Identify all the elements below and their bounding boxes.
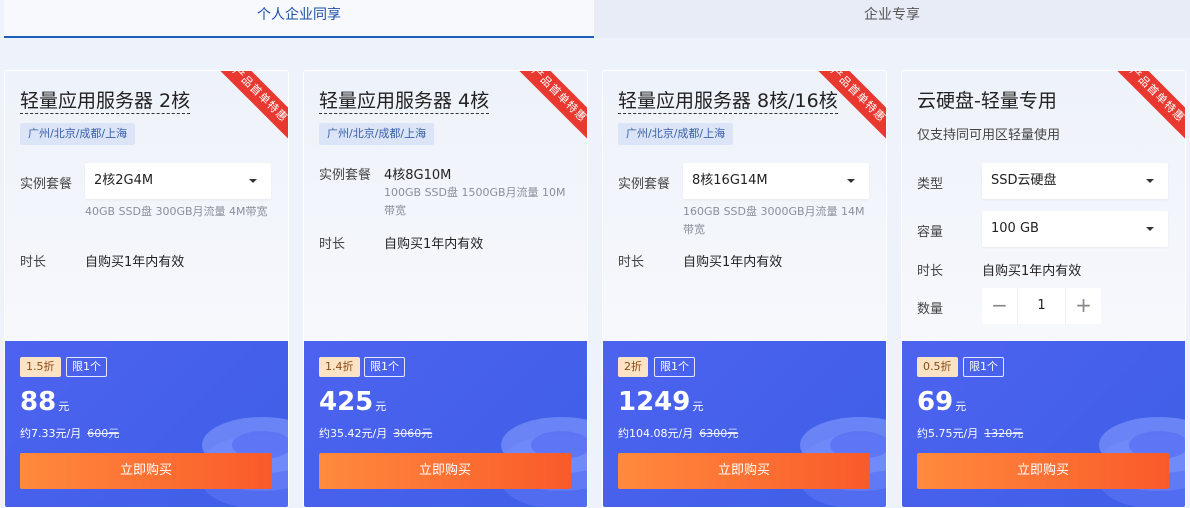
quantity-label: 数量	[917, 302, 944, 317]
discount-badge: 2折	[618, 357, 648, 377]
type-label: 类型	[917, 177, 944, 192]
chevron-down-icon	[1146, 179, 1154, 183]
duration-value: 自购买1年内有效	[384, 237, 484, 252]
price-panel: 1.5折 限1个 88 元 约7.33元/月 600元 立即购买	[5, 341, 288, 507]
first-order-ribbon: 产品首单特惠	[212, 71, 288, 143]
disk-stack-icon	[501, 417, 587, 507]
duration-label: 时长	[319, 237, 346, 252]
card-title[interactable]: 轻量应用服务器 2核	[20, 89, 191, 114]
price-panel: 0.5折 限1个 69 元 约5.75元/月 1320元 立即购买	[902, 341, 1185, 507]
plus-icon[interactable]: +	[1065, 288, 1101, 324]
tab-personal-enterprise[interactable]: 个人企业同享	[4, 0, 594, 38]
disk-stack-icon	[800, 417, 886, 507]
monthly-price: 约5.75元/月	[917, 427, 979, 440]
duration-label: 时长	[917, 264, 944, 279]
quantity-stepper: − 1 +	[982, 288, 1101, 324]
minus-icon[interactable]: −	[982, 288, 1018, 324]
discount-badge: 1.4折	[319, 357, 360, 377]
duration-value: 自购买1年内有效	[982, 264, 1082, 279]
price-unit: 元	[375, 400, 387, 413]
price-detail: 约35.42元/月 3060元	[319, 425, 432, 441]
spec-label: 实例套餐	[618, 177, 671, 192]
monthly-price: 约104.08元/月	[618, 427, 694, 440]
capacity-select[interactable]: 100 GB	[982, 211, 1168, 247]
price: 69 元	[917, 387, 966, 417]
buy-now-button[interactable]: 立即购买	[917, 453, 1169, 489]
card-title: 云硬盘-轻量专用	[917, 90, 1057, 112]
region-tag: 广州/北京/成都/上海	[319, 123, 435, 145]
first-order-ribbon: 产品首单特惠	[1109, 71, 1185, 143]
chevron-down-icon	[847, 179, 855, 183]
product-card-8-16core: 产品首单特惠 轻量应用服务器 8核/16核 广州/北京/成都/上海 实例套餐 8…	[602, 70, 887, 508]
limit-badge: 限1个	[66, 357, 107, 377]
card-title[interactable]: 轻量应用服务器 4核	[319, 89, 490, 114]
buy-now-button[interactable]: 立即购买	[319, 453, 571, 489]
tab-enterprise-only[interactable]: 企业专享	[594, 0, 1190, 38]
spec-label: 实例套餐	[20, 177, 73, 192]
price-panel: 2折 限1个 1249 元 约104.08元/月 6300元 立即购买	[603, 341, 886, 507]
type-select[interactable]: SSD云硬盘	[982, 163, 1168, 199]
disk-stack-icon	[1099, 417, 1185, 507]
spec-select[interactable]: 2核2G4M	[85, 163, 271, 199]
price-unit: 元	[692, 400, 704, 413]
price-value: 425	[319, 387, 374, 417]
price: 88 元	[20, 387, 69, 417]
spec-label: 实例套餐	[319, 168, 372, 183]
price-value: 88	[20, 387, 57, 417]
spec-description: 100GB SSD盘 1500GB月流量 10M带宽	[384, 186, 566, 217]
spec-description: 40GB SSD盘 300GB月流量 4M带宽	[85, 205, 268, 218]
region-tag: 广州/北京/成都/上海	[618, 123, 734, 145]
price-detail: 约7.33元/月 600元	[20, 425, 119, 441]
buy-now-button[interactable]: 立即购买	[20, 453, 272, 489]
disk-stack-icon	[202, 417, 288, 507]
quantity-input[interactable]: 1	[1018, 288, 1065, 324]
discount-badge: 0.5折	[917, 357, 958, 377]
spec-select[interactable]: 8核16G14M	[683, 163, 869, 199]
monthly-price: 约7.33元/月	[20, 427, 82, 440]
original-price: 1320元	[984, 427, 1024, 440]
type-select-value: SSD云硬盘	[991, 173, 1057, 188]
spec-description: 160GB SSD盘 3000GB月流量 14M带宽	[683, 205, 865, 236]
spec-select-value: 2核2G4M	[94, 173, 154, 188]
price-value: 1249	[618, 387, 691, 417]
card-title[interactable]: 轻量应用服务器 8核/16核	[618, 89, 838, 114]
discount-badge: 1.5折	[20, 357, 61, 377]
price-panel: 1.4折 限1个 425 元 约35.42元/月 3060元 立即购买	[304, 341, 587, 507]
capacity-select-value: 100 GB	[991, 221, 1039, 236]
monthly-price: 约35.42元/月	[319, 427, 388, 440]
price-detail: 约104.08元/月 6300元	[618, 425, 738, 441]
price-value: 69	[917, 387, 954, 417]
price-unit: 元	[955, 400, 967, 413]
duration-value: 自购买1年内有效	[683, 255, 783, 270]
product-card-cloud-disk: 产品首单特惠 云硬盘-轻量专用 仅支持同可用区轻量使用 类型 SSD云硬盘 容量…	[901, 70, 1186, 508]
duration-label: 时长	[618, 255, 645, 270]
price-detail: 约5.75元/月 1320元	[917, 425, 1023, 441]
limit-badge: 限1个	[364, 357, 405, 377]
product-card-2core: 产品首单特惠 轻量应用服务器 2核 广州/北京/成都/上海 实例套餐 2核2G4…	[4, 70, 289, 508]
original-price: 600元	[87, 427, 120, 440]
region-tag: 广州/北京/成都/上海	[20, 123, 136, 145]
tab-bar: 个人企业同享 企业专享	[0, 0, 1190, 38]
original-price: 6300元	[699, 427, 739, 440]
limit-badge: 限1个	[963, 357, 1004, 377]
chevron-down-icon	[1146, 227, 1154, 231]
spec-select-value: 8核16G14M	[692, 173, 768, 188]
price: 1249 元	[618, 387, 703, 417]
capacity-label: 容量	[917, 225, 944, 240]
duration-value: 自购买1年内有效	[85, 255, 185, 270]
buy-now-button[interactable]: 立即购买	[618, 453, 870, 489]
limit-badge: 限1个	[654, 357, 695, 377]
first-order-ribbon: 产品首单特惠	[511, 71, 587, 143]
spec-value: 4核8G10M	[384, 168, 452, 183]
product-card-4core: 产品首单特惠 轻量应用服务器 4核 广州/北京/成都/上海 实例套餐 4核8G1…	[303, 70, 588, 508]
card-subtitle: 仅支持同可用区轻量使用	[917, 128, 1061, 143]
price-unit: 元	[58, 400, 70, 413]
chevron-down-icon	[249, 179, 257, 183]
duration-label: 时长	[20, 255, 47, 270]
original-price: 3060元	[393, 427, 433, 440]
price: 425 元	[319, 387, 386, 417]
